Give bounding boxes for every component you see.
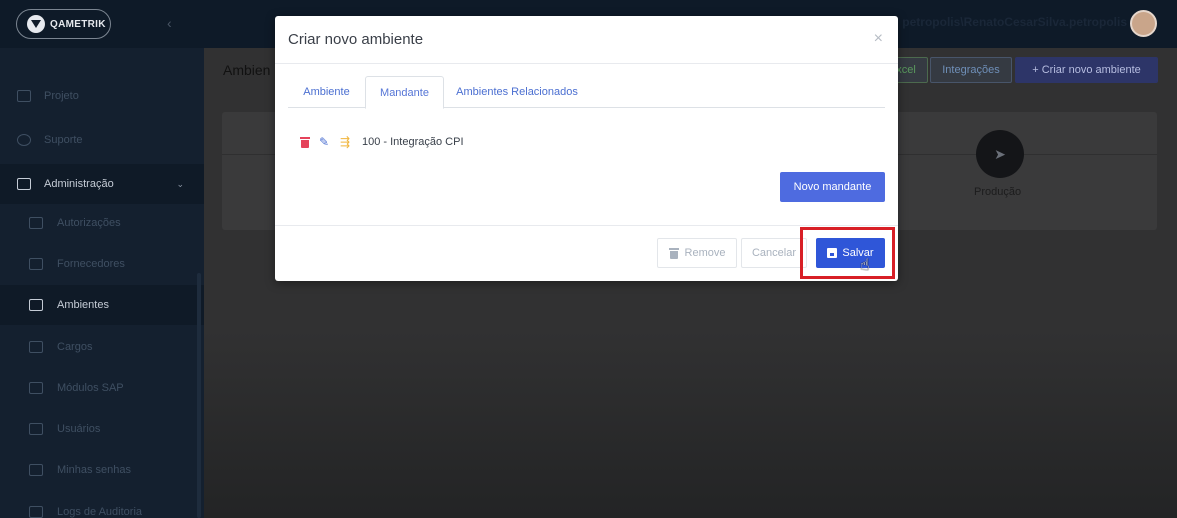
remove-button[interactable]: Remove [657,238,737,268]
admin-icon [17,178,31,190]
avatar[interactable] [1130,10,1157,37]
sidebar-item-administracao[interactable]: Administração ⌄ [0,164,204,204]
app-logo[interactable]: QAMETRIK [16,9,111,39]
sidebar-item-label: Fornecedores [57,258,125,270]
stage-label: Produção [974,186,1022,198]
close-icon[interactable]: × [874,30,883,48]
sidebar-item-label: Autorizações [57,217,121,229]
page-title: Ambien [223,62,271,78]
folder-icon [29,217,43,229]
log-icon [29,506,43,518]
logo-text: QAMETRIK [50,18,106,30]
highlight-box [800,227,895,279]
sidebar-item-modulos-sap[interactable]: Módulos SAP [0,368,204,408]
sidebar-item-label: Ambientes [57,299,109,311]
trash-icon [668,247,679,259]
lock-icon [29,464,43,476]
folder-icon [29,341,43,353]
remove-label: Remove [684,247,726,259]
trash-icon[interactable] [300,136,310,148]
collapse-sidebar-icon[interactable]: ‹ [167,15,172,31]
sidebar-item-fornecedores[interactable]: Fornecedores [0,244,204,284]
sidebar-item-minhas-senhas[interactable]: Minhas senhas [0,450,204,490]
sidebar-item-label: Minhas senhas [57,464,131,476]
novo-mandante-button[interactable]: Novo mandante [780,172,885,202]
sidebar-item-projeto[interactable]: Projeto [0,76,204,116]
modal-title: Criar novo ambiente [288,31,424,48]
logo-icon [27,15,45,33]
sidebar-item-autorizacoes[interactable]: Autorizações [0,203,204,243]
sidebar-item-ambientes[interactable]: Ambientes [0,285,204,325]
sidebar-item-cargos[interactable]: Cargos [0,327,204,367]
create-environment-button[interactable]: + Criar novo ambiente [1015,57,1158,83]
user-menu[interactable]: ↰ petropolis\RenatoCesarSilva.petropolis [887,15,1127,29]
tab-ambientes-relacionados[interactable]: Ambientes Relacionados [444,76,590,108]
hand-cursor-icon: ☝ [860,257,870,274]
mandante-list-item: ✎ ⇶ 100 - Integração CPI [300,136,464,148]
sidebar-item-logs-auditoria[interactable]: Logs de Auditoria [0,492,204,518]
usb-icon: ⇶ [340,135,351,149]
supplier-icon [29,258,43,270]
sitemap-icon [29,299,43,311]
modal-tabs: Ambiente Mandante Ambientes Relacionados [288,76,885,109]
users-icon [29,423,43,435]
divider [275,63,898,64]
sidebar-item-label: Logs de Auditoria [57,506,143,518]
sidebar-item-suporte[interactable]: Suporte [0,120,204,160]
pencil-icon[interactable]: ✎ [319,136,331,148]
mandante-label: 100 - Integração CPI [362,136,464,148]
chevron-down-icon: ⌄ [176,178,184,189]
sidebar-item-label: Usuários [57,423,101,435]
sidebar-item-label: Administração [44,178,114,190]
sidebar-item-label: Cargos [57,341,93,353]
support-icon [17,134,31,146]
integracoes-button[interactable]: Integrações [930,57,1012,83]
create-environment-modal: Criar novo ambiente × Ambiente Mandante … [275,16,898,281]
sidebar-scrollbar[interactable] [197,273,201,518]
sidebar-item-label: Projeto [44,90,79,102]
sidebar-item-usuarios[interactable]: Usuários [0,409,204,449]
tab-ambiente[interactable]: Ambiente [288,76,365,108]
rocket-icon[interactable]: ➤ [976,130,1024,178]
sidebar-item-label: Suporte [44,134,83,146]
sidebar-item-label: Módulos SAP [57,382,124,394]
divider [275,225,898,226]
sidebar: Projeto Suporte Administração ⌄ Autoriza… [0,48,204,518]
tab-mandante[interactable]: Mandante [365,76,444,109]
user-name: petropolis\RenatoCesarSilva.petropolis [902,15,1127,29]
project-icon [17,90,31,102]
cancel-button[interactable]: Cancelar [741,238,807,268]
layers-icon [29,382,43,394]
